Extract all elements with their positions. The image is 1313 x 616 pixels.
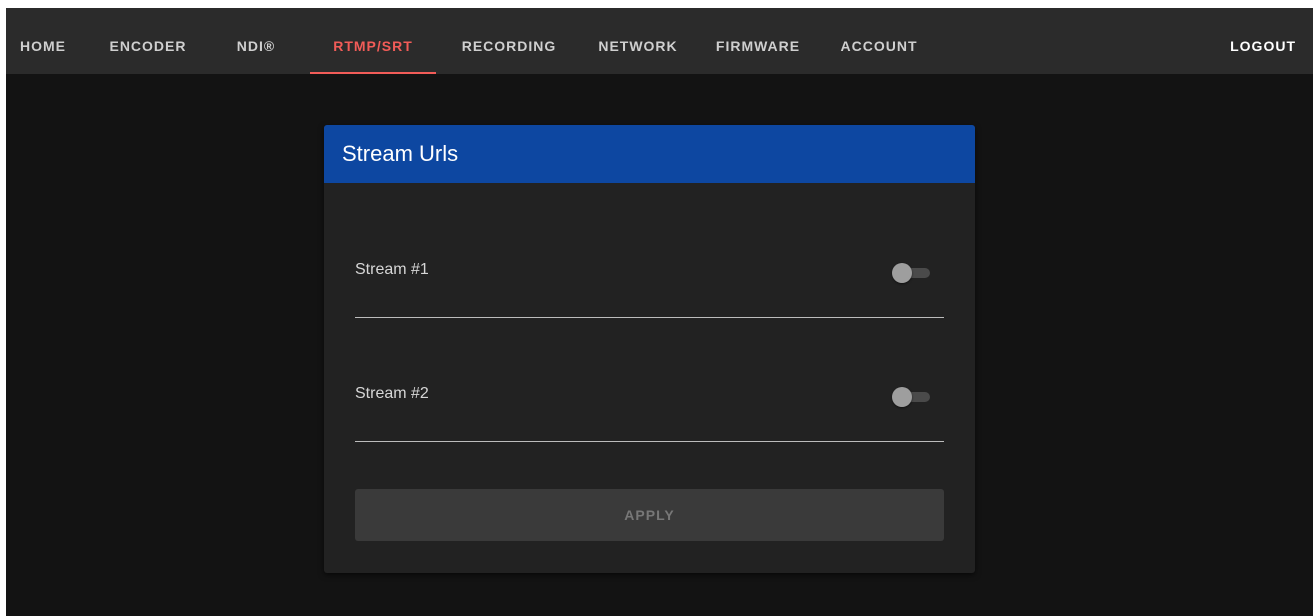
stream-2-label: Stream #2 <box>355 385 429 402</box>
tab-encoder[interactable]: ENCODER <box>92 8 204 74</box>
stream-row-2: Stream #2 <box>355 361 944 442</box>
tab-account-label: ACCOUNT <box>840 38 918 54</box>
tab-firmware-label: FIRMWARE <box>715 38 801 54</box>
tab-home[interactable]: HOME <box>6 8 80 74</box>
app-window: HOME ENCODER NDI® RTMP/SRT RECORDING NET… <box>6 8 1313 616</box>
active-tab-indicator <box>310 72 436 74</box>
stream-1-label: Stream #1 <box>355 261 429 278</box>
stream-row-1: Stream #1 <box>355 237 944 318</box>
stream-urls-card: Stream Urls Stream #1 Stream #2 APPLY <box>324 125 975 573</box>
tab-recording[interactable]: RECORDING <box>446 8 572 74</box>
tab-rtmp-srt[interactable]: RTMP/SRT <box>310 8 436 74</box>
tab-rtmp-srt-label: RTMP/SRT <box>333 38 413 54</box>
stream-1-toggle[interactable] <box>892 263 936 283</box>
stream-2-toggle[interactable] <box>892 387 936 407</box>
top-navigation-bar: HOME ENCODER NDI® RTMP/SRT RECORDING NET… <box>6 8 1313 74</box>
tab-account[interactable]: ACCOUNT <box>824 8 934 74</box>
tab-network[interactable]: NETWORK <box>582 8 694 74</box>
stream-2-toggle-thumb <box>892 387 912 407</box>
stream-1-toggle-thumb <box>892 263 912 283</box>
tab-recording-label: RECORDING <box>461 38 557 54</box>
card-title: Stream Urls <box>342 141 459 166</box>
tab-ndi-label: NDI® <box>236 38 276 54</box>
tab-firmware[interactable]: FIRMWARE <box>702 8 814 74</box>
apply-button[interactable]: APPLY <box>355 489 944 541</box>
tab-home-label: HOME <box>20 38 66 54</box>
tab-network-label: NETWORK <box>598 38 678 54</box>
tab-encoder-label: ENCODER <box>109 38 187 54</box>
card-header: Stream Urls <box>324 125 975 183</box>
tab-ndi[interactable]: NDI® <box>216 8 296 74</box>
logout-button[interactable]: LOGOUT <box>1230 8 1296 74</box>
